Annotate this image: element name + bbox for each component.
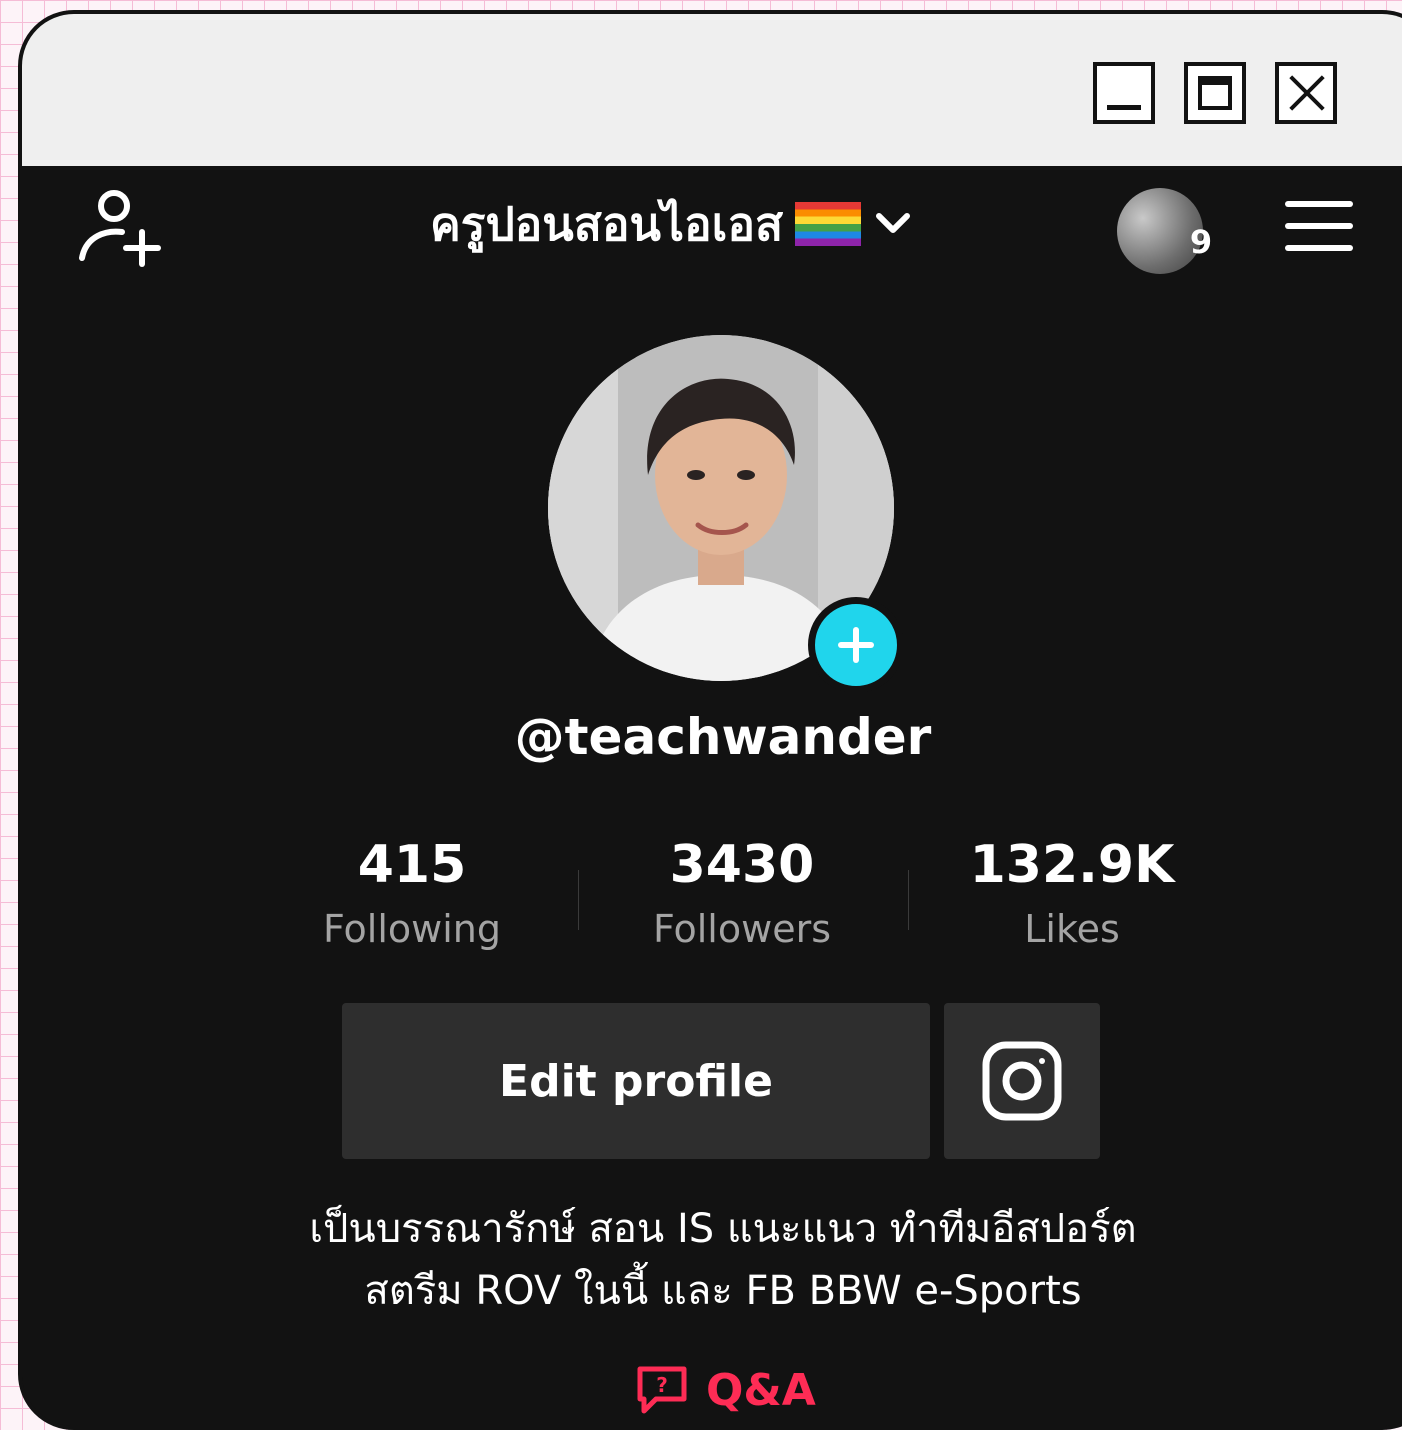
add-story-button[interactable] [808, 597, 904, 693]
stat-divider [908, 870, 909, 930]
chevron-down-icon [876, 213, 911, 233]
stat-value: 415 [357, 835, 467, 895]
close-button[interactable] [1275, 62, 1337, 124]
stat-divider [578, 870, 579, 930]
stat-likes[interactable]: 132.9K Likes [922, 830, 1222, 958]
qa-link[interactable]: ? Q&A [636, 1360, 816, 1420]
story-count-badge: 9 [1189, 223, 1213, 261]
qa-label: Q&A [706, 1364, 816, 1416]
stat-label: Following [323, 907, 501, 951]
bio-line: สตรีม ROV ในนี้ และ FB BBW e-Sports [364, 1268, 1082, 1314]
stat-label: Likes [1024, 907, 1120, 951]
stat-followers[interactable]: 3430 Followers [592, 830, 892, 958]
profile-bio: เป็นบรรณารักษ์ สอน IS แนะแนว ทำทีมอีสปอร… [22, 1198, 1402, 1322]
bio-line: เป็นบรรณารักษ์ สอน IS แนะแนว ทำทีมอีสปอร… [309, 1206, 1137, 1252]
app-window: ครูปอนสอนไอเอส 9 @teachwander 415 Follow… [18, 10, 1402, 1430]
window-titlebar [22, 14, 1402, 170]
profile-stats: 415 Following 3430 Followers 132.9K Like… [262, 830, 1182, 960]
stat-following[interactable]: 415 Following [262, 830, 562, 958]
rainbow-flag-icon [795, 202, 862, 246]
maximize-button[interactable] [1184, 62, 1246, 124]
instagram-icon [982, 1041, 1062, 1121]
stat-value: 3430 [669, 835, 815, 895]
stat-value: 132.9K [969, 835, 1175, 895]
stat-label: Followers [653, 907, 831, 951]
question-bubble-icon: ? [637, 1366, 687, 1414]
account-switcher[interactable]: ครูปอนสอนไอเอส [430, 192, 913, 256]
add-friend-icon[interactable] [76, 186, 164, 270]
page-title: ครูปอนสอนไอเอส [430, 196, 784, 251]
hamburger-menu-icon[interactable] [1284, 198, 1354, 254]
username: @teachwander [514, 708, 932, 766]
profile-screen: ครูปอนสอนไอเอส 9 @teachwander 415 Follow… [22, 170, 1402, 1426]
minimize-button[interactable] [1093, 62, 1155, 124]
instagram-button[interactable] [944, 1003, 1100, 1159]
edit-profile-button[interactable]: Edit profile [342, 1003, 930, 1159]
svg-text:?: ? [656, 1373, 668, 1397]
